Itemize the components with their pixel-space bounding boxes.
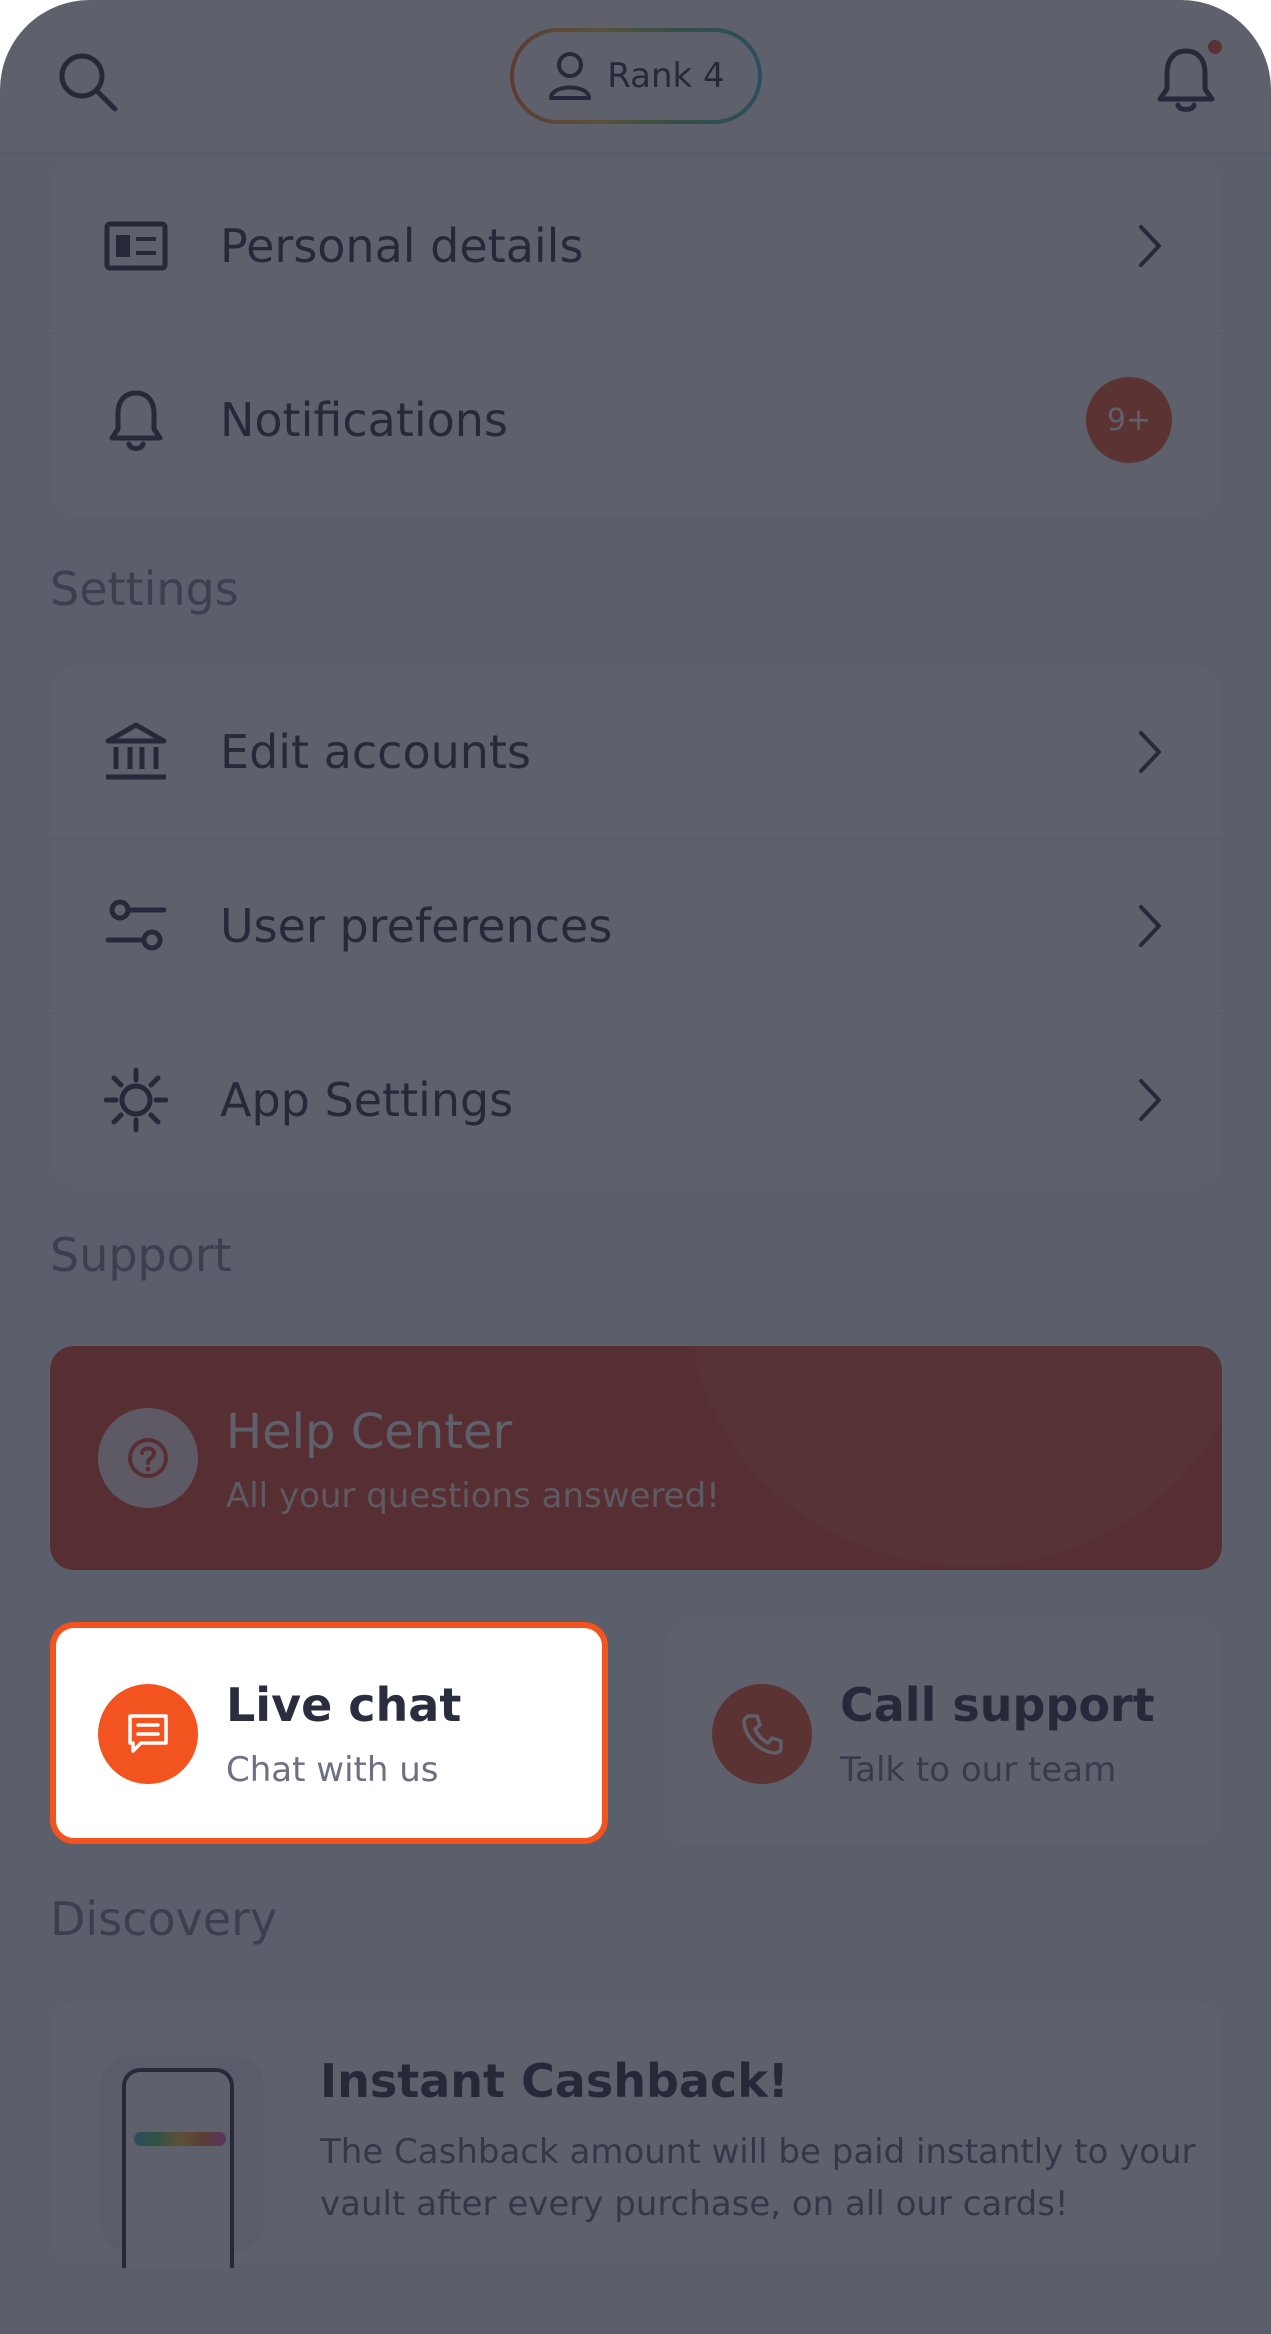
notifications-button[interactable] — [1138, 32, 1234, 128]
bell-icon — [109, 390, 163, 451]
discovery-card-title: Instant Cashback! — [320, 2054, 789, 2108]
menu-item-personal-details[interactable]: Personal details — [50, 160, 1222, 332]
live-chat-subtitle: Chat with us — [226, 1750, 439, 1790]
notification-count-badge: 9+ — [1086, 377, 1172, 463]
call-support-subtitle: Talk to our team — [840, 1750, 1117, 1790]
discovery-card-text: The Cashback amount will be paid instant… — [320, 2132, 1196, 2224]
menu-item-label: App Settings — [220, 1073, 514, 1127]
notification-dot — [1208, 40, 1222, 54]
call-support-card[interactable]: Call support Talk to our team — [664, 1622, 1222, 1844]
rank-label: Rank 4 — [607, 56, 725, 96]
search-button[interactable] — [40, 34, 136, 130]
app-screen: Rank 4 Personal details Notifications 9+… — [0, 0, 1271, 2334]
phone-icon — [742, 1714, 783, 1755]
sliders-icon — [105, 899, 167, 951]
chevron-right-icon — [1139, 731, 1161, 773]
chevron-right-icon — [1139, 905, 1161, 947]
user-icon — [549, 52, 592, 100]
live-chat-card[interactable]: Live chat Chat with us — [50, 1622, 608, 1844]
menu-item-label: User preferences — [220, 899, 613, 953]
menu-item-user-preferences[interactable]: User preferences — [50, 840, 1222, 1012]
help-center-card[interactable]: Help Center All your questions answered! — [50, 1346, 1222, 1570]
chat-icon — [128, 1714, 168, 1753]
menu-item-label: Notifications — [220, 393, 508, 447]
menu-item-label: Personal details — [220, 219, 584, 273]
call-support-title: Call support — [840, 1678, 1155, 1732]
search-icon — [59, 53, 118, 112]
account-card: Personal details Notifications 9+ — [50, 160, 1222, 516]
phone-illustration — [100, 2056, 264, 2268]
chevron-right-icon — [1139, 225, 1161, 267]
id-card-icon — [104, 221, 168, 271]
bank-icon — [105, 722, 167, 780]
live-chat-title: Live chat — [226, 1678, 462, 1732]
settings-card: Edit accounts User preferences App Setti… — [50, 666, 1222, 1186]
decorative-wave — [690, 1346, 1222, 1566]
menu-item-label: Edit accounts — [220, 725, 531, 779]
section-title-settings: Settings — [50, 562, 239, 616]
section-title-support: Support — [50, 1228, 232, 1282]
menu-item-edit-accounts[interactable]: Edit accounts — [50, 666, 1222, 838]
section-title-discovery: Discovery — [50, 1892, 278, 1946]
rank-pill[interactable]: Rank 4 — [510, 28, 762, 124]
menu-item-notifications[interactable]: Notifications 9+ — [50, 334, 1222, 506]
menu-item-app-settings[interactable]: App Settings — [50, 1014, 1222, 1186]
question-icon — [128, 1438, 168, 1478]
help-center-subtitle: All your questions answered! — [226, 1476, 720, 1516]
help-center-title: Help Center — [226, 1404, 513, 1460]
gear-icon — [104, 1068, 168, 1132]
bell-icon — [1157, 48, 1215, 112]
chevron-right-icon — [1139, 1079, 1161, 1121]
top-bar: Rank 4 — [0, 0, 1271, 154]
cashback-progress-graphic — [134, 2132, 226, 2146]
instant-cashback-card[interactable]: Instant Cashback! The Cashback amount wi… — [50, 2002, 1222, 2268]
